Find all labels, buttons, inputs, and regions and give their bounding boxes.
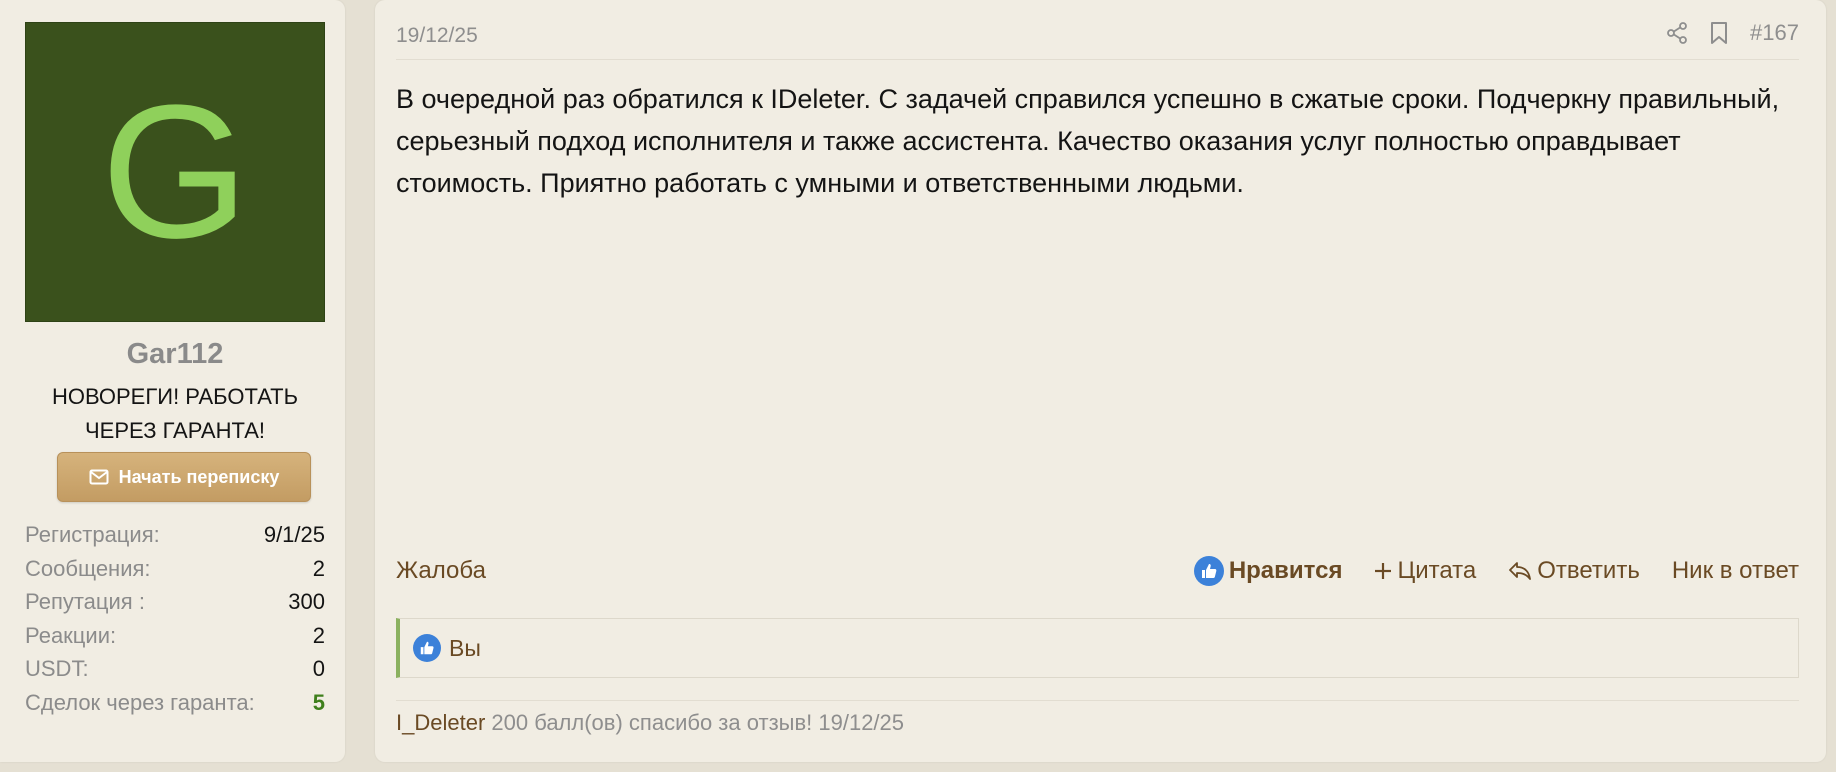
reputation-user-link[interactable]: I_Deleter bbox=[396, 710, 485, 735]
quote-button[interactable]: Цитата bbox=[1374, 557, 1476, 585]
user-stats: Регистрация: 9/1/25 Сообщения: 2 Репутац… bbox=[25, 518, 325, 719]
post-number-link[interactable]: #167 bbox=[1750, 20, 1799, 46]
stat-messages: Сообщения: 2 bbox=[25, 552, 325, 586]
quote-label: Цитата bbox=[1397, 557, 1477, 584]
stat-guarantee-deals: Сделок через гаранта: 5 bbox=[25, 686, 325, 720]
stat-value: 2 bbox=[312, 622, 325, 648]
start-conversation-button[interactable]: Начать переписку bbox=[57, 452, 311, 502]
post-header-actions: #167 bbox=[1666, 20, 1799, 46]
header-divider bbox=[396, 59, 1799, 60]
stat-registration: Регистрация: 9/1/25 bbox=[25, 518, 325, 552]
post-footer-actions: Нравится Цитата Ответить Ник в ответ bbox=[1193, 556, 1799, 586]
stat-label: Реакции: bbox=[25, 622, 117, 648]
stat-label: USDT: bbox=[25, 656, 89, 681]
stat-value: 0 bbox=[312, 656, 325, 681]
stat-label: Регистрация: bbox=[25, 522, 160, 547]
avatar-letter: G bbox=[101, 66, 249, 278]
mention-button[interactable]: Ник в ответ bbox=[1672, 557, 1799, 585]
reply-label: Ответить bbox=[1537, 557, 1640, 584]
stat-value: 300 bbox=[288, 589, 325, 614]
bookmark-icon[interactable] bbox=[1710, 21, 1728, 45]
plus-icon bbox=[1374, 562, 1392, 580]
report-link[interactable]: Жалоба bbox=[396, 557, 486, 585]
envelope-icon bbox=[89, 469, 109, 485]
username[interactable]: Gar112 bbox=[0, 338, 350, 371]
like-button[interactable]: Нравится bbox=[1193, 556, 1343, 586]
footer-divider bbox=[396, 700, 1799, 701]
post-footer: Жалоба Нравится Цитата Ответить Ник в от… bbox=[396, 553, 1799, 589]
stat-usdt: USDT: 0 bbox=[25, 652, 325, 686]
stat-label: Репутация : bbox=[25, 589, 145, 614]
stat-label: Сделок через гаранта: bbox=[25, 689, 255, 715]
reactions-text: Вы bbox=[449, 634, 481, 661]
post-body: В очередной раз обратился к IDeleter. С … bbox=[396, 84, 1780, 198]
stat-reputation: Репутация : 300 bbox=[25, 585, 325, 619]
post-date[interactable]: 19/12/25 bbox=[396, 24, 478, 48]
reactions-bar[interactable]: Вы bbox=[396, 618, 1799, 678]
reputation-text: 200 балл(ов) спасибо за отзыв! 19/12/25 bbox=[491, 710, 905, 735]
start-conversation-label: Начать переписку bbox=[118, 466, 280, 487]
avatar[interactable]: G bbox=[25, 22, 325, 322]
user-title-line-1: НОВОРЕГИ! РАБОТАТЬ bbox=[51, 384, 299, 409]
share-icon[interactable] bbox=[1666, 22, 1688, 44]
user-title: НОВОРЕГИ! РАБОТАТЬ ЧЕРЕЗ ГАРАНТА! bbox=[20, 380, 330, 448]
stat-value: 5 bbox=[312, 689, 325, 715]
stat-value[interactable]: 2 bbox=[313, 552, 325, 586]
like-label: Нравится bbox=[1228, 557, 1343, 584]
stat-value: 9/1/25 bbox=[263, 522, 325, 547]
user-title-line-2: ЧЕРЕЗ ГАРАНТА! bbox=[85, 418, 265, 443]
reputation-note: I_Deleter 200 балл(ов) спасибо за отзыв!… bbox=[396, 710, 904, 736]
thumbs-up-icon bbox=[1193, 556, 1224, 586]
stat-reactions: Реакции: 2 bbox=[25, 619, 325, 653]
thumbs-up-icon bbox=[413, 634, 441, 662]
reply-icon bbox=[1508, 561, 1532, 581]
post: 19/12/25 #167 В очередной раз обратился … bbox=[375, 0, 1826, 762]
reply-button[interactable]: Ответить bbox=[1508, 557, 1640, 585]
user-panel: G Gar112 НОВОРЕГИ! РАБОТАТЬ ЧЕРЕЗ ГАРАНТ… bbox=[0, 0, 345, 762]
stat-label: Сообщения: bbox=[25, 555, 151, 581]
